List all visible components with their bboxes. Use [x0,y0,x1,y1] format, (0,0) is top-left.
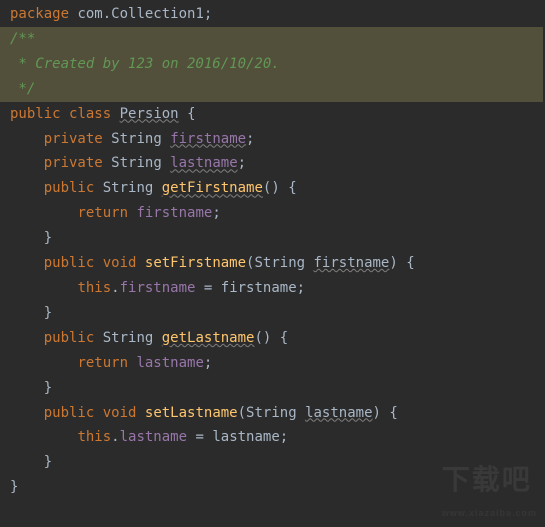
lparen: ( [238,405,246,421]
dot: . [111,429,119,445]
brace-close: } [44,230,52,246]
brace-open: { [389,405,397,421]
getter-firstname-decl: public String getFirstname() { [10,176,545,201]
javadoc-block: /** * Created by 123 on 2016/10/20. */ [0,27,543,102]
code-line-package: package com.Collection1; [10,2,545,27]
setter-lastname-close: } [10,450,545,475]
method-name: setLastname [145,405,238,421]
return-type: String [103,330,154,346]
method-name: setFirstname [145,255,246,271]
getter-firstname-body: return firstname; [10,201,545,226]
class-decl: public class Persion { [10,102,545,127]
getter-lastname-decl: public String getLastname() { [10,326,545,351]
semicolon: ; [204,355,212,371]
brace-close: } [44,305,52,321]
keyword-package: package [10,6,69,22]
param-type: String [246,405,297,421]
param-type: String [254,255,305,271]
keyword-this: this [77,429,111,445]
field-lastname: private String lastname; [10,151,545,176]
semicolon: ; [297,280,305,296]
javadoc-close: */ [10,77,533,102]
keyword-class: class [69,106,111,122]
keyword-public: public [44,330,95,346]
type-string: String [111,155,162,171]
getter-lastname-close: } [10,376,545,401]
semicolon: ; [280,429,288,445]
javadoc-body: * Created by 123 on 2016/10/20. [10,52,533,77]
keyword-public: public [44,180,95,196]
method-name: getFirstname [162,180,263,196]
method-name: getLastname [162,330,255,346]
getter-lastname-body: return lastname; [10,351,545,376]
rhs: lastname [212,429,279,445]
param-name: lastname [305,405,372,421]
field-firstname: private String firstname; [10,127,545,152]
rparen: ) [271,180,279,196]
rhs: firstname [221,280,297,296]
setter-firstname-close: } [10,301,545,326]
brace-open: { [406,255,414,271]
keyword-this: this [77,280,111,296]
keyword-void: void [103,255,137,271]
return-type: String [103,180,154,196]
watermark-sub: www.xiazaiba.com [442,505,537,521]
field-name: lastname [170,155,237,171]
keyword-public: public [44,255,95,271]
semicolon: ; [238,155,246,171]
semicolon: ; [212,205,220,221]
code-editor[interactable]: package com.Collection1; /** * Created b… [0,0,545,502]
rparen: ) [373,405,381,421]
keyword-public: public [44,405,95,421]
keyword-private: private [44,131,103,147]
brace-close: } [10,479,18,495]
brace-open: { [288,180,296,196]
field-ref: firstname [120,280,196,296]
package-name: com.Collection1 [77,6,203,22]
setter-firstname-body: this.firstname = firstname; [10,276,545,301]
keyword-return: return [77,205,128,221]
field-ref: firstname [136,205,212,221]
setter-lastname-decl: public void setLastname(String lastname)… [10,401,545,426]
keyword-public: public [10,106,61,122]
setter-lastname-body: this.lastname = lastname; [10,425,545,450]
brace-open: { [187,106,195,122]
setter-firstname-decl: public void setFirstname(String firstnam… [10,251,545,276]
keyword-void: void [103,405,137,421]
semicolon: ; [204,6,212,22]
brace-close: } [44,454,52,470]
field-name: firstname [170,131,246,147]
javadoc-open: /** [10,27,533,52]
keyword-return: return [77,355,128,371]
brace-open: { [280,330,288,346]
keyword-private: private [44,155,103,171]
semicolon: ; [246,131,254,147]
class-close: } [10,475,545,500]
param-name: firstname [314,255,390,271]
lparen: ( [254,330,262,346]
rparen: ) [263,330,271,346]
dot: . [111,280,119,296]
type-string: String [111,131,162,147]
getter-firstname-close: } [10,226,545,251]
class-name: Persion [120,106,179,122]
assign: = [195,429,203,445]
brace-close: } [44,380,52,396]
field-ref: lastname [120,429,187,445]
field-ref: lastname [136,355,203,371]
assign: = [204,280,212,296]
rparen: ) [389,255,397,271]
